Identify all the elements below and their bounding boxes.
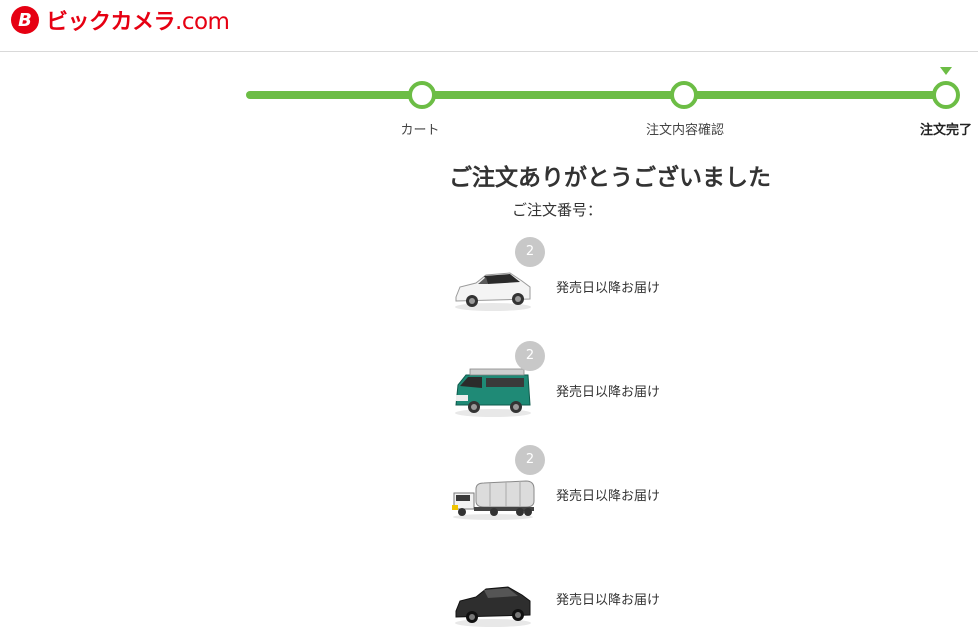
tanker-truck-icon[interactable] <box>450 465 536 525</box>
order-item: 2 発売日以降お届け <box>440 237 740 327</box>
order-item: 2 発売日以降お届け <box>440 445 740 535</box>
site-header: B ビックカメラ.com <box>0 0 978 52</box>
step-label-complete: 注文完了 <box>919 123 973 138</box>
site-logo[interactable]: B ビックカメラ.com <box>10 3 230 37</box>
delivery-status: 発売日以降お届け <box>556 281 661 296</box>
delivery-status: 発売日以降お届け <box>556 385 661 400</box>
logo-mark-icon: B <box>11 6 39 34</box>
black-car-icon[interactable] <box>450 569 536 629</box>
order-item: 発売日以降お届け <box>440 549 740 639</box>
order-item: 2 発売日以降お届け <box>440 341 740 431</box>
green-van-icon[interactable] <box>450 361 536 421</box>
step-label-cart: カート <box>400 123 440 138</box>
logo-suffix: .com <box>175 9 230 35</box>
quantity-badge: 2 <box>515 445 545 475</box>
order-number-label: ご注文番号： <box>512 201 603 219</box>
white-car-icon[interactable] <box>450 257 536 317</box>
logo-wordmark: ビックカメラ.com <box>46 4 230 36</box>
quantity-badge: 2 <box>515 237 545 267</box>
step-dot-confirm <box>670 81 698 109</box>
progress-line <box>246 91 946 99</box>
logo-mark-letter: B <box>18 10 32 31</box>
delivery-status: 発売日以降お届け <box>556 489 661 504</box>
step-dot-complete <box>932 81 960 109</box>
step-label-confirm: 注文内容確認 <box>645 123 725 138</box>
logo-text: ビックカメラ <box>46 10 176 35</box>
current-step-marker-icon <box>940 67 952 75</box>
page-title: ご注文ありがとうございました <box>449 165 771 191</box>
quantity-badge: 2 <box>515 341 545 371</box>
step-dot-cart <box>408 81 436 109</box>
delivery-status: 発売日以降お届け <box>556 593 661 608</box>
order-progress-steps: カート 注文内容確認 注文完了 <box>246 60 972 140</box>
